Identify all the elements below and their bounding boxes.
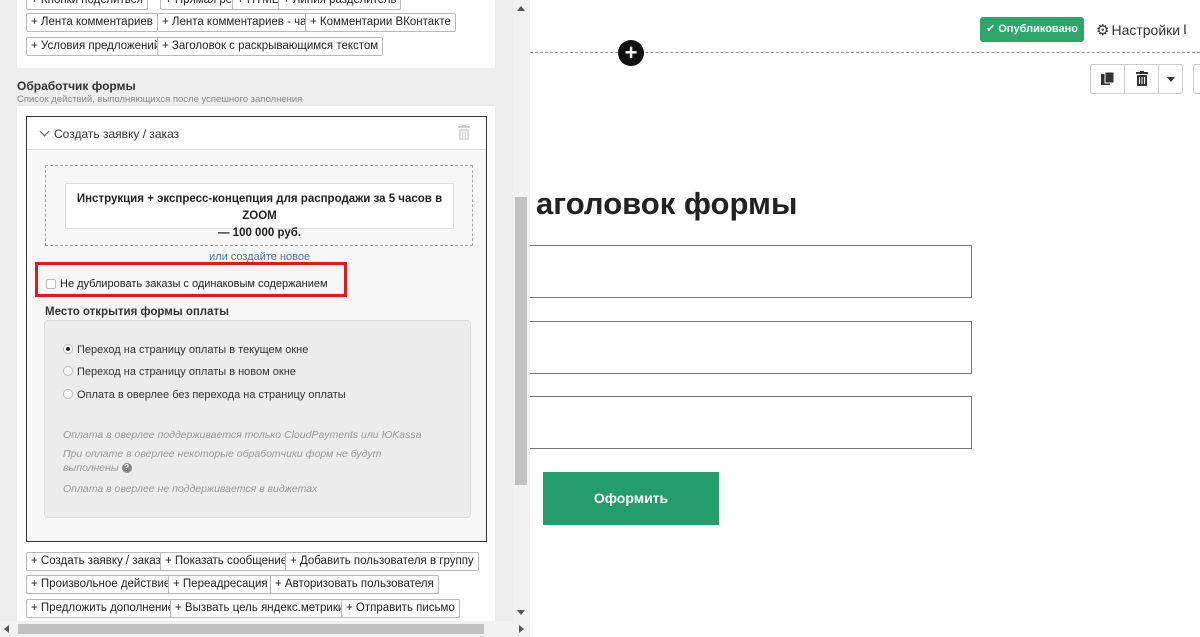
vertical-scrollbar[interactable] bbox=[513, 0, 529, 621]
no-duplicate-label[interactable]: Не дублировать заказы с одинаковым содер… bbox=[60, 278, 328, 290]
chip-comments-feed[interactable]: + Лента комментариев bbox=[26, 13, 158, 32]
radio-current-window-label[interactable]: Переход на страницу оплаты в текущем окн… bbox=[77, 344, 308, 356]
chip-divider-line[interactable]: + Линия разделитель bbox=[278, 0, 402, 10]
chip-collapsible-heading[interactable]: + Заголовок с раскрывающимся текстом bbox=[157, 37, 384, 56]
chip-add-user-group[interactable]: + Добавить пользователя в группу bbox=[285, 552, 479, 571]
radio-current-window[interactable] bbox=[63, 344, 73, 354]
form-handler-subtitle: Список действий, выполняющихся после усп… bbox=[17, 94, 303, 105]
scroll-down-icon[interactable] bbox=[517, 610, 525, 615]
gear-icon: ⚙ bbox=[1096, 22, 1110, 39]
submit-button[interactable]: Оформить bbox=[543, 472, 719, 525]
scroll-right-icon[interactable] bbox=[519, 625, 524, 633]
chip-send-email[interactable]: + Отправить письмо bbox=[341, 599, 460, 618]
form-field-1[interactable] bbox=[530, 245, 972, 298]
widgets-chip-card bbox=[17, 0, 495, 68]
chip-offer-addon[interactable]: + Предложить дополнение bbox=[26, 599, 180, 618]
form-field-2[interactable] bbox=[530, 321, 972, 374]
form-field-3[interactable] bbox=[530, 396, 972, 449]
radio-new-window-label[interactable]: Переход на страницу оплаты в новом окне bbox=[77, 366, 296, 378]
product-drop-zone[interactable]: Инструкция + экспресс-концепция для расп… bbox=[45, 165, 473, 246]
product-price: — 100 000 руб. bbox=[217, 227, 302, 239]
payment-place-title: Место открытия формы оплаты bbox=[45, 306, 229, 318]
chip-share-buttons[interactable]: + Кнопки поделиться bbox=[26, 0, 148, 10]
vertical-scroll-thumb[interactable] bbox=[515, 197, 527, 485]
note-handlers-skip-end: выполнены ? bbox=[63, 461, 132, 475]
copy-icon bbox=[1101, 72, 1115, 85]
horizontal-scroll-thumb[interactable] bbox=[18, 624, 484, 634]
more-dropdown-button[interactable] bbox=[1159, 65, 1183, 93]
form-handler-title: Обработчик формы bbox=[17, 79, 136, 93]
trash-icon[interactable] bbox=[458, 125, 470, 140]
action-title: Создать заявку / заказ bbox=[54, 127, 180, 141]
chip-authorize-user[interactable]: + Авторизовать пользователя bbox=[270, 575, 439, 594]
radio-overlay-label[interactable]: Оплата в оверлее без перехода на страниц… bbox=[77, 389, 346, 401]
form-heading: аголовок формы bbox=[536, 186, 798, 221]
chip-show-message[interactable]: + Показать сообщение bbox=[160, 552, 293, 571]
chip-html[interactable]: + HTML bbox=[232, 0, 284, 10]
chip-create-order[interactable]: + Создать заявку / заказ bbox=[26, 552, 166, 571]
scroll-left-icon[interactable] bbox=[4, 625, 9, 633]
settings-panel: + Кнопки поделиться + Прямая речь + HTML… bbox=[0, 0, 530, 637]
scroll-up-icon[interactable] bbox=[517, 6, 525, 11]
settings-label: Настройки bbox=[1111, 22, 1181, 38]
radio-overlay[interactable] bbox=[63, 389, 73, 399]
chip-vk-comments[interactable]: + Комментарии ВКонтакте bbox=[305, 13, 456, 32]
chip-yandex-goal[interactable]: + Вызвать цель яндекс.метрики bbox=[170, 599, 350, 618]
settings-button[interactable]: ⚙ Настройки bbox=[1096, 21, 1180, 39]
action-header[interactable]: Создать заявку / заказ bbox=[27, 117, 486, 150]
plus-circle-icon[interactable]: + bbox=[618, 40, 644, 66]
action-title-row[interactable]: Создать заявку / заказ bbox=[39, 126, 180, 141]
chip-comments-chat[interactable]: + Лента комментариев - чат bbox=[157, 13, 317, 32]
product-card[interactable]: Инструкция + экспресс-концепция для расп… bbox=[65, 183, 454, 239]
no-duplicate-checkbox[interactable] bbox=[46, 279, 56, 289]
note-handlers-skip: При оплате в оверлее некоторые обработчи… bbox=[63, 448, 382, 460]
published-button[interactable]: ✔ Опубликовано bbox=[980, 17, 1084, 42]
chip-redirect[interactable]: + Переадресация bbox=[168, 575, 273, 594]
caret-down-icon bbox=[1167, 77, 1175, 82]
chevron-down-icon[interactable] bbox=[39, 126, 50, 137]
note-widgets: Оплата в оверлее не поддерживается в вид… bbox=[63, 483, 318, 495]
radio-new-window[interactable] bbox=[63, 366, 73, 376]
block-toolbar bbox=[1090, 64, 1183, 94]
help-icon[interactable]: ? bbox=[121, 463, 132, 474]
copy-button[interactable] bbox=[1091, 65, 1125, 93]
trash-icon bbox=[1136, 71, 1148, 86]
note-overlay-providers: Оплата в оверлее поддерживается только C… bbox=[63, 429, 422, 441]
extra-toolbar-button[interactable] bbox=[1193, 64, 1200, 94]
product-name: Инструкция + экспресс-концепция для расп… bbox=[76, 193, 443, 222]
horizontal-scrollbar[interactable] bbox=[0, 621, 530, 637]
published-label: Опубликовано bbox=[998, 23, 1079, 35]
note-handlers-skip-word: выполнены bbox=[63, 462, 119, 474]
cut-off-toolbar-item[interactable]: I bbox=[1183, 21, 1187, 37]
delete-block-button[interactable] bbox=[1125, 65, 1159, 93]
check-icon: ✔ bbox=[985, 23, 996, 35]
chip-offer-conditions[interactable]: + Условия предложений bbox=[26, 37, 166, 56]
chip-custom-action[interactable]: + Произвольное действие bbox=[26, 575, 176, 594]
